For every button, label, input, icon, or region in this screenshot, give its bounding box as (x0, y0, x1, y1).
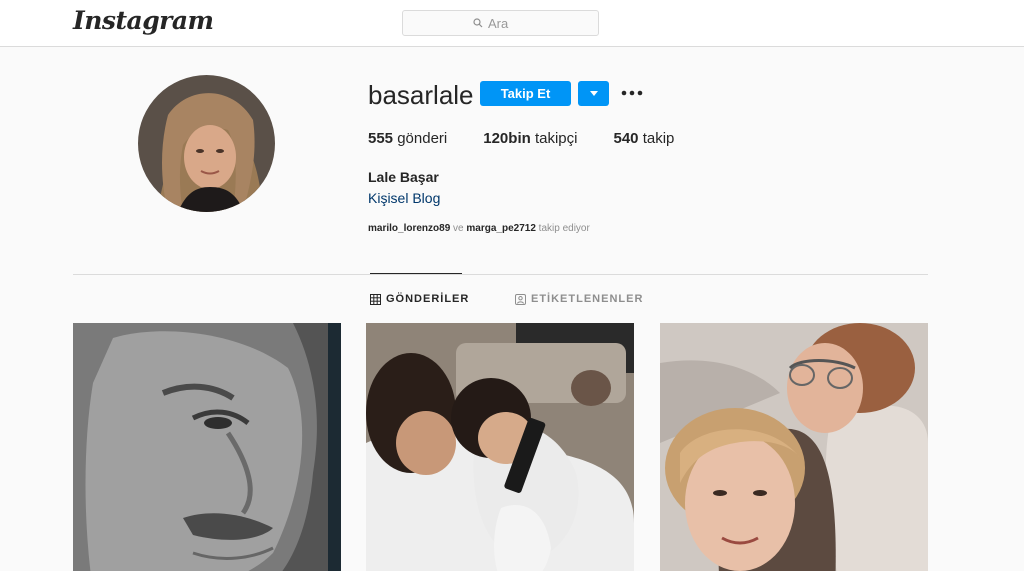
followers-count: 120bin (483, 130, 531, 147)
tab-tagged-label: ETİKETLENENLER (531, 293, 644, 305)
profile-username: basarlale (368, 80, 474, 110)
post-thumbnail[interactable] (660, 323, 928, 571)
more-options-icon (621, 90, 643, 96)
followers-label: takipçi (534, 130, 578, 147)
grid-icon (370, 293, 381, 305)
profile-avatar[interactable] (138, 75, 275, 212)
tabs-divider (73, 274, 928, 275)
following-stat[interactable]: 540 takip (613, 130, 674, 147)
followed-by-text: marilo_lorenzo89 ve marga_pe2712 takip e… (368, 223, 590, 234)
tab-tagged[interactable]: ETİKETLENENLER (515, 292, 643, 306)
tab-posts[interactable]: GÖNDERİLER (370, 292, 469, 306)
post-thumbnail[interactable] (73, 323, 341, 571)
active-tab-indicator (370, 273, 462, 274)
bio-link[interactable]: Kişisel Blog (368, 190, 440, 206)
search-icon (473, 18, 483, 28)
avatar-photo (138, 75, 275, 212)
post-thumbnail[interactable] (366, 323, 634, 571)
top-navigation-bar: Instagram (0, 0, 1024, 47)
profile-full-name: Lale Başar (368, 169, 439, 185)
instagram-logo[interactable]: Instagram (73, 6, 214, 35)
followed-by-suffix: takip ediyor (538, 223, 590, 234)
followers-stat[interactable]: 120bin takipçi (483, 130, 577, 147)
following-count: 540 (613, 130, 639, 147)
search-input[interactable] (488, 15, 528, 31)
suggested-accounts-button[interactable] (578, 81, 609, 106)
search-box[interactable] (402, 10, 599, 36)
posts-count: 555 (368, 130, 394, 147)
post-image (73, 323, 341, 571)
more-options-button[interactable] (620, 83, 644, 103)
followed-by-conjunction: ve (453, 223, 464, 234)
chevron-down-icon (589, 91, 598, 96)
followed-by-user-2[interactable]: marga_pe2712 (466, 223, 536, 234)
posts-label: gönderi (397, 130, 448, 147)
profile-stats: 555 gönderi 120bin takipçi 540 takip (368, 130, 710, 147)
post-image (366, 323, 634, 571)
following-label: takip (642, 130, 675, 147)
posts-stat: 555 gönderi (368, 130, 447, 147)
tagged-user-icon (515, 293, 526, 305)
followed-by-user-1[interactable]: marilo_lorenzo89 (368, 223, 450, 234)
post-image (660, 323, 928, 571)
tab-posts-label: GÖNDERİLER (386, 293, 470, 305)
follow-button[interactable]: Takip Et (480, 81, 571, 106)
